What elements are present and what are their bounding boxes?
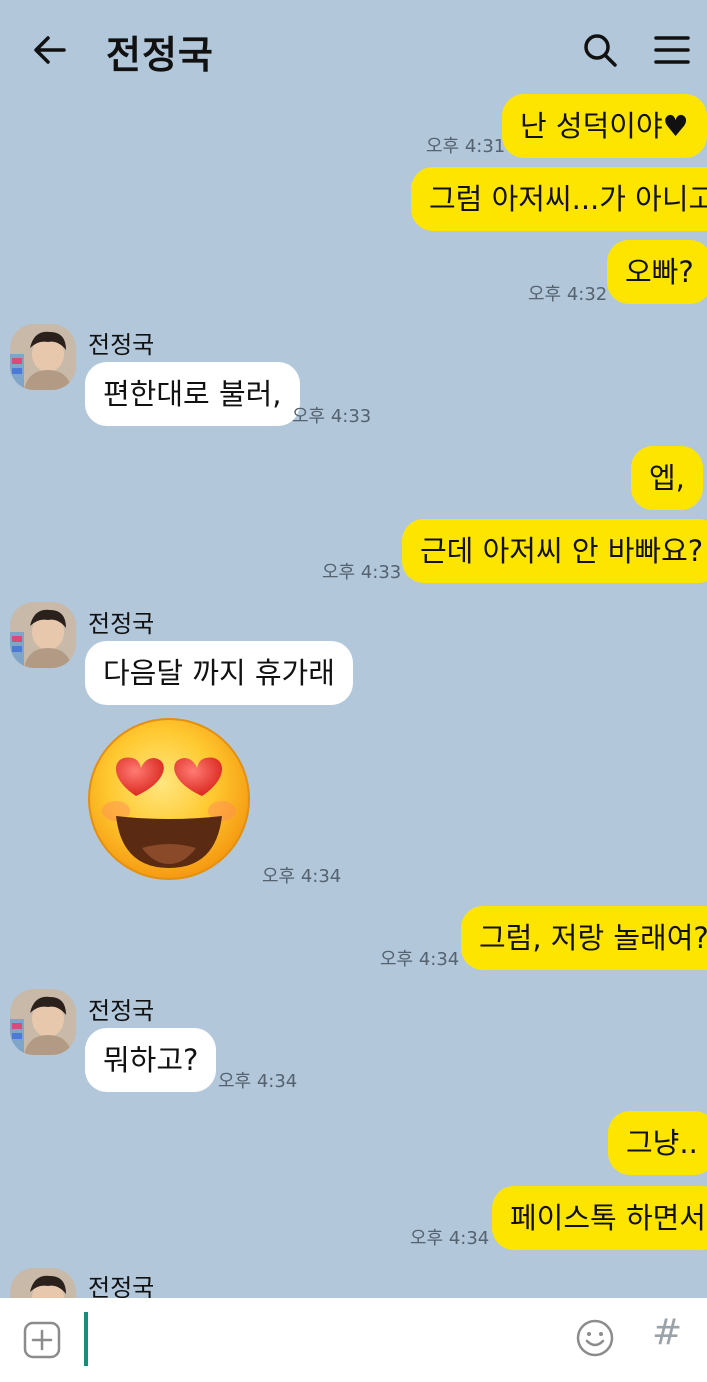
message-time: 오후 4:34 <box>380 949 460 970</box>
avatar[interactable] <box>10 324 76 390</box>
message-text: 뭐하고? <box>103 1043 199 1077</box>
hashtag-button[interactable]: # <box>652 1312 682 1353</box>
heart-eyes-emoji[interactable] <box>86 716 252 882</box>
message-time: 오후 4:33 <box>322 562 402 583</box>
my-message-bubble[interactable]: 엡, <box>631 446 703 510</box>
emoticon-button[interactable] <box>575 1318 615 1358</box>
search-icon <box>584 34 617 67</box>
avatar-photo <box>10 989 76 1055</box>
plus-square-icon <box>23 1321 61 1359</box>
chat-title: 전정국 <box>106 33 214 77</box>
message-text: 오빠? <box>625 255 694 289</box>
text-input-cursor[interactable] <box>84 1312 88 1366</box>
arrow-left-icon <box>34 36 66 64</box>
message-time: 오후 4:34 <box>262 866 342 887</box>
avatar-photo <box>10 324 76 390</box>
my-message-bubble[interactable]: 오빠? <box>607 240 707 304</box>
my-message-bubble[interactable]: 그럼 아저씨...가 아니고 <box>411 167 707 231</box>
my-message-bubble[interactable]: 그럼, 저랑 놀래여? <box>461 906 707 970</box>
message-text: 페이스톡 하면서 <box>510 1201 706 1235</box>
my-message-bubble[interactable]: 페이스톡 하면서 <box>492 1186 707 1250</box>
avatar[interactable] <box>10 1268 76 1298</box>
back-button[interactable] <box>28 28 72 72</box>
my-message-bubble[interactable]: 근데 아저씨 안 바빠요? <box>402 519 707 583</box>
message-text: 편한대로 불러, <box>103 377 282 411</box>
message-text: 엡, <box>649 461 685 495</box>
hamburger-menu-icon <box>654 36 690 64</box>
their-message-bubble[interactable]: 다음달 까지 휴가래 <box>85 641 353 705</box>
message-input-bar: # <box>0 1298 707 1382</box>
message-time: 오후 4:34 <box>410 1228 490 1249</box>
my-message-bubble[interactable]: 그냥.. <box>608 1111 707 1175</box>
their-message-bubble[interactable]: 편한대로 불러, <box>85 362 300 426</box>
attach-button[interactable] <box>22 1320 62 1360</box>
message-text: 다음달 까지 휴가래 <box>103 656 335 690</box>
message-text: 그냥.. <box>626 1126 698 1160</box>
sender-name: 전정국 <box>88 1274 155 1298</box>
message-text: 그럼 아저씨...가 아니고 <box>429 182 707 216</box>
message-time: 오후 4:33 <box>292 406 372 427</box>
avatar[interactable] <box>10 602 76 668</box>
heart-eyes-emoji-icon <box>88 718 250 880</box>
avatar[interactable] <box>10 989 76 1055</box>
message-time: 오후 4:32 <box>528 284 608 305</box>
sender-name: 전정국 <box>88 331 155 359</box>
message-time: 오후 4:34 <box>218 1071 298 1092</box>
my-message-bubble[interactable]: 난 성덕이야♥ <box>502 94 707 158</box>
smiley-icon <box>576 1319 614 1357</box>
message-text: 근데 아저씨 안 바빠요? <box>420 534 704 568</box>
sender-name: 전정국 <box>88 997 155 1025</box>
message-text: 난 성덕이야♥ <box>520 109 689 143</box>
sender-name: 전정국 <box>88 610 155 638</box>
message-text: 그럼, 저랑 놀래여? <box>479 921 707 955</box>
avatar-photo <box>10 602 76 668</box>
chat-area[interactable]: 난 성덕이야♥ 오후 4:31 그럼 아저씨...가 아니고 오빠? 오후 4:… <box>0 0 707 1298</box>
menu-button[interactable] <box>650 28 694 72</box>
chat-header: 전정국 <box>0 0 707 100</box>
message-time: 오후 4:31 <box>426 136 506 157</box>
search-button[interactable] <box>578 28 622 72</box>
their-message-bubble[interactable]: 뭐하고? <box>85 1028 217 1092</box>
avatar-photo <box>10 1268 76 1298</box>
